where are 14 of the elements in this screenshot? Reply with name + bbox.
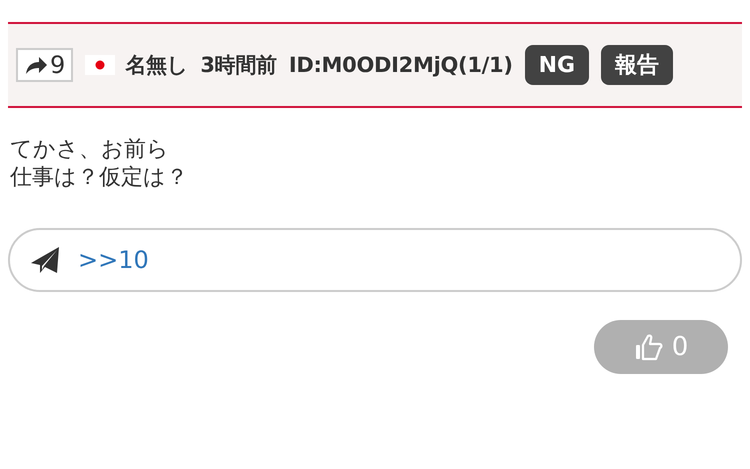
post-time: 3時間前	[200, 52, 277, 79]
paper-plane-icon	[30, 246, 60, 274]
poster-id: ID:M0ODI2MjQ(1/1)	[288, 53, 513, 77]
reply-field[interactable]: >>10	[8, 228, 742, 292]
post-text: 仕事は？仮定は？	[10, 164, 189, 192]
post-text: てかさ、お前ら	[10, 136, 170, 164]
poster-name: 名無し	[125, 52, 188, 79]
reply-link[interactable]: >>10	[78, 246, 149, 274]
thumbs-up-icon	[634, 332, 664, 362]
share-button[interactable]: 9	[16, 48, 74, 82]
action-button[interactable]: NG	[524, 45, 590, 85]
flag-icon	[85, 55, 116, 75]
arrow-icon	[24, 55, 48, 75]
action-button[interactable]: 報告	[601, 45, 674, 85]
